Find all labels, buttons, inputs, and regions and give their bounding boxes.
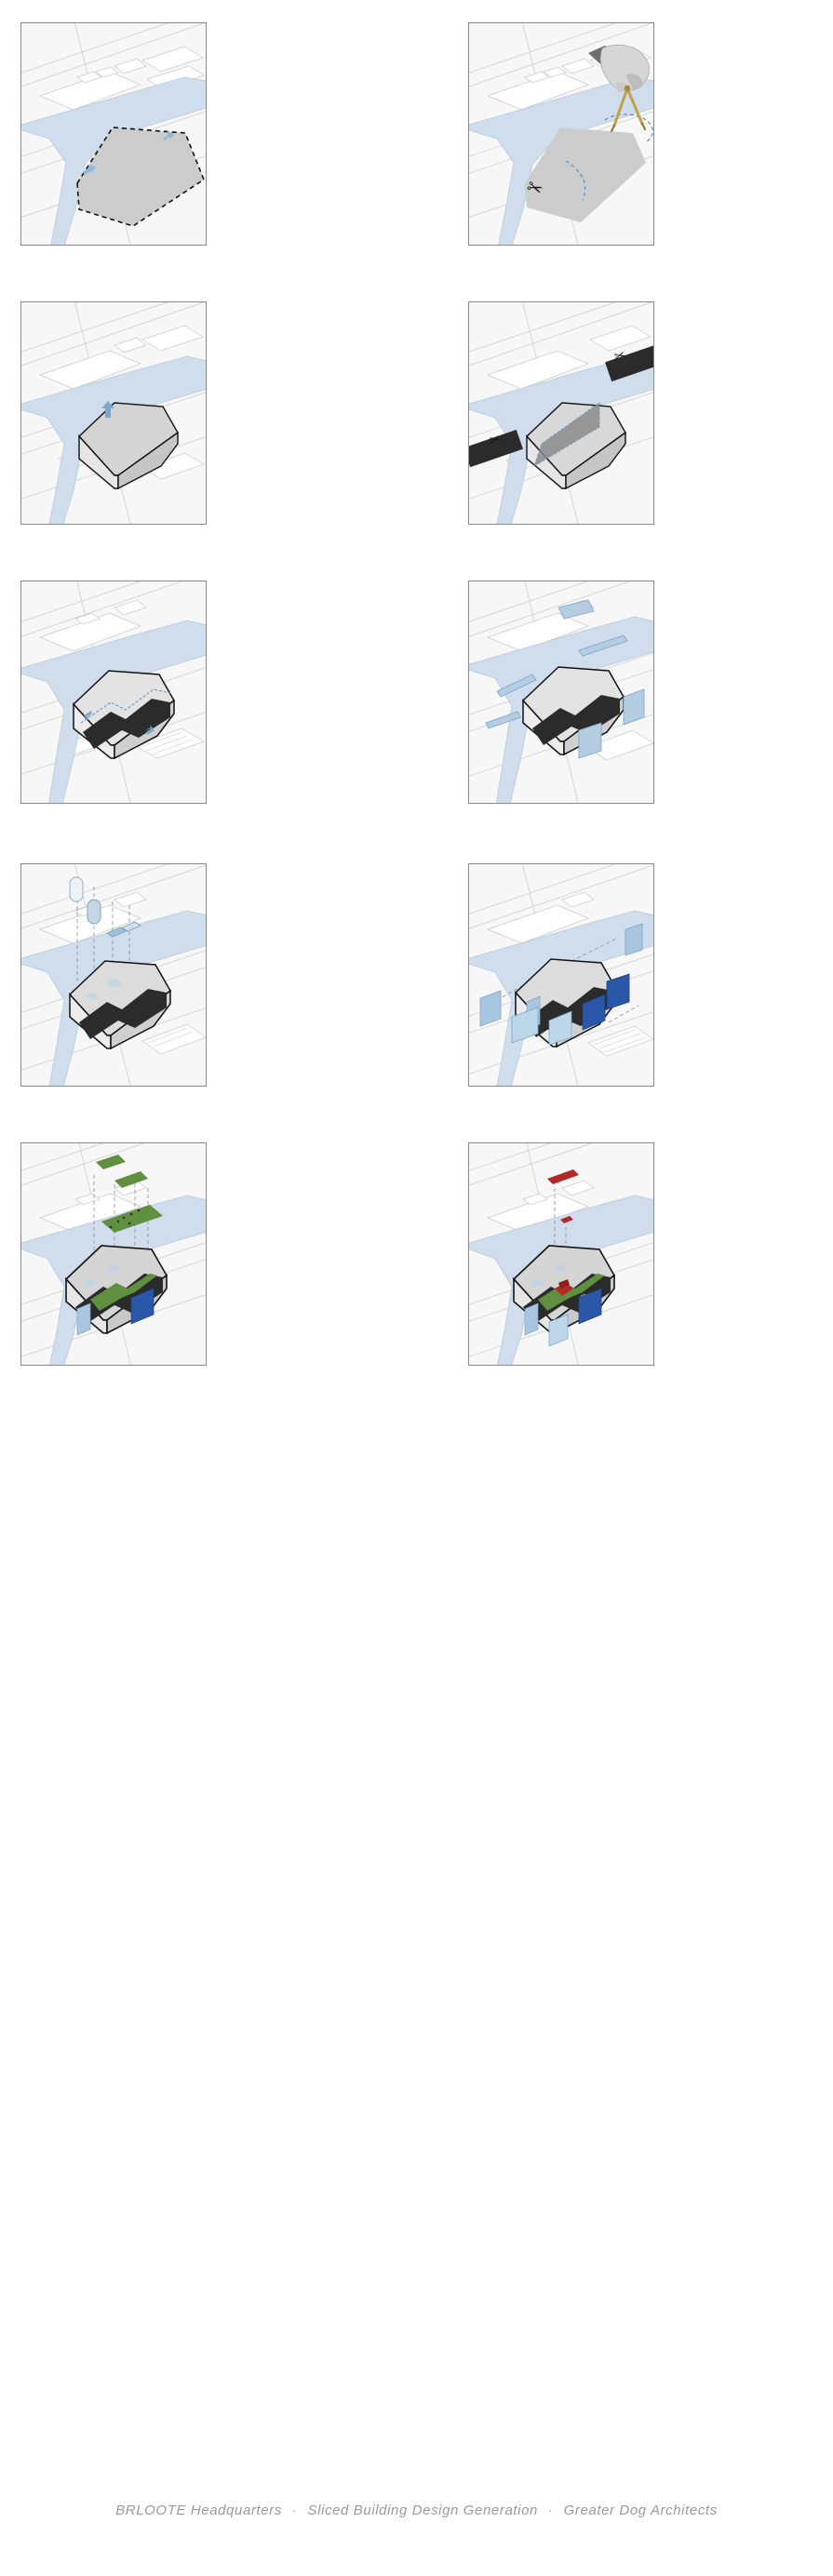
caption-separator: · — [291, 2503, 298, 2518]
facade-drawing — [469, 864, 653, 1086]
panel-red-accent[interactable] — [468, 1142, 654, 1366]
panel-carved-slot[interactable] — [20, 581, 207, 804]
panel-facade-panels[interactable] — [468, 863, 654, 1087]
caption-subject: Sliced Building Design Generation — [307, 2503, 538, 2518]
panel-extrusion[interactable] — [20, 301, 207, 525]
panel-green-roof[interactable] — [20, 1142, 207, 1366]
panel-cores-inserted[interactable] — [20, 863, 207, 1087]
sheet-caption: BRLOOTE Headquarters · Sliced Building Des… — [0, 2503, 833, 2518]
carve-drawing — [21, 581, 206, 803]
caption-project: BRLOOTE Headquarters — [115, 2503, 282, 2518]
caption-office: Greater Dog Architects — [563, 2503, 718, 2518]
slice-drawing — [469, 302, 653, 524]
cores-drawing — [21, 864, 206, 1086]
panel-site-boundary[interactable] — [20, 22, 207, 246]
diagram-sheet: ✂ ✂ ✂ BRLOOTE Headquarters · Sliced Buil… — [0, 0, 833, 2576]
red-drawing — [469, 1143, 653, 1365]
site-drawing — [469, 23, 653, 245]
green-drawing — [21, 1143, 206, 1365]
panel-diagonal-slice[interactable]: ✂ ✂ — [468, 301, 654, 525]
panel-grid: ✂ ✂ ✂ — [0, 0, 833, 2475]
massing-drawing — [21, 302, 206, 524]
panel-shifted-volumes[interactable] — [468, 581, 654, 804]
site-drawing — [21, 23, 206, 245]
caption-separator: · — [547, 2503, 554, 2518]
shift-drawing — [469, 581, 653, 803]
panel-compass-and-cut[interactable]: ✂ — [468, 22, 654, 246]
